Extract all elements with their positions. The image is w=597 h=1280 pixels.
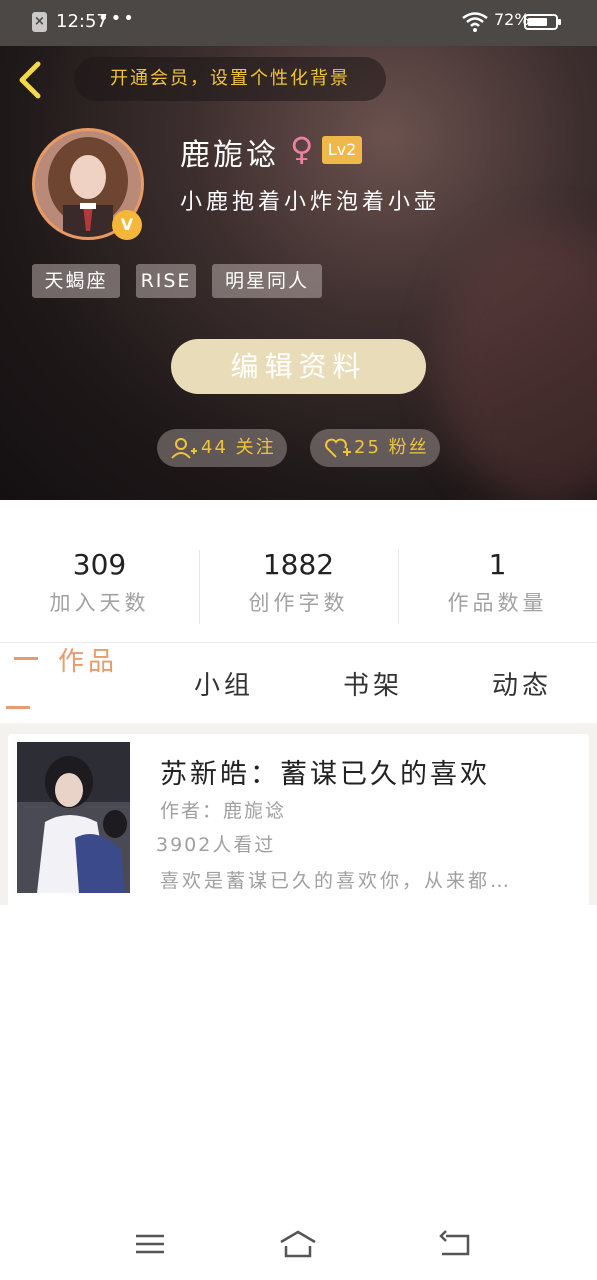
home-icon[interactable] [278,1228,318,1260]
stat-word-count: 1882 创作字数 [199,540,398,630]
followers-button[interactable]: 25 粉丝 [310,429,440,467]
back-icon[interactable] [436,1228,476,1260]
vip-banner[interactable]: 开通会员，设置个性化背景 [74,57,386,101]
system-nav-bar [0,1210,597,1280]
profile-header: 开通会员，设置个性化背景 V 鹿旎谂 ♀ Lv2 小鹿抱着小炸泡着小壶 天蝎座 … [0,46,597,500]
book-description: 喜欢是蓄谋已久的喜欢你，从来都… [160,870,513,892]
active-tab-indicator [14,657,38,660]
tab-activity[interactable]: 动态 [492,665,552,702]
stat-value: 1882 [262,548,335,581]
female-icon: ♀ [290,130,314,168]
book-author: 作者：鹿旎谂 [160,800,287,822]
book-title[interactable]: 苏新皓：蓄谋已久的喜欢 [160,752,490,791]
stats-row: 309 加入天数 1882 创作字数 1 作品数量 [0,540,597,630]
level-badge: Lv2 [322,136,362,164]
profile-motto: 小鹿抱着小炸泡着小壶 [180,190,441,215]
following-button[interactable]: 44 关注 [157,429,287,467]
menu-icon[interactable] [130,1228,170,1260]
followers-count: 25 粉丝 [354,437,429,458]
battery-icon [524,14,561,30]
stat-join-days: 309 加入天数 [0,540,199,630]
tag-zodiac[interactable]: 天蝎座 [32,264,120,298]
following-count: 44 关注 [201,437,276,458]
tag-rise[interactable]: RISE [136,264,196,298]
stat-label: 创作字数 [248,591,349,615]
stat-value: 1 [488,548,507,581]
book-views: 3902人看过 [156,834,276,856]
username: 鹿旎谂 [180,138,279,173]
status-bar: × 12:57 ••• 72% [0,0,597,46]
book-cover [17,742,130,893]
user-add-icon [171,438,197,459]
verified-badge: V [112,210,142,240]
content-tabs: 作品 小组 书架 动态 [0,643,597,723]
status-dots: ••• [98,8,136,29]
active-tab-underline [6,706,30,709]
wifi-icon [462,12,488,32]
tab-bookshelf[interactable]: 书架 [343,665,403,702]
stat-works-count: 1 作品数量 [398,540,597,630]
edit-profile-button[interactable]: 编辑资料 [171,339,426,394]
tab-groups[interactable]: 小组 [194,665,254,702]
back-arrow-icon[interactable] [14,60,50,100]
tab-works[interactable]: 作品 [58,641,118,678]
heart-add-icon [325,438,351,458]
work-card[interactable]: 苏新皓：蓄谋已久的喜欢 作者：鹿旎谂 3902人看过 喜欢是蓄谋已久的喜欢你，从… [8,734,589,906]
stat-value: 309 [72,548,127,581]
close-notification-icon: × [32,12,47,32]
stat-label: 作品数量 [447,591,548,615]
tag-fanfic[interactable]: 明星同人 [212,264,322,298]
stat-label: 加入天数 [49,591,150,615]
